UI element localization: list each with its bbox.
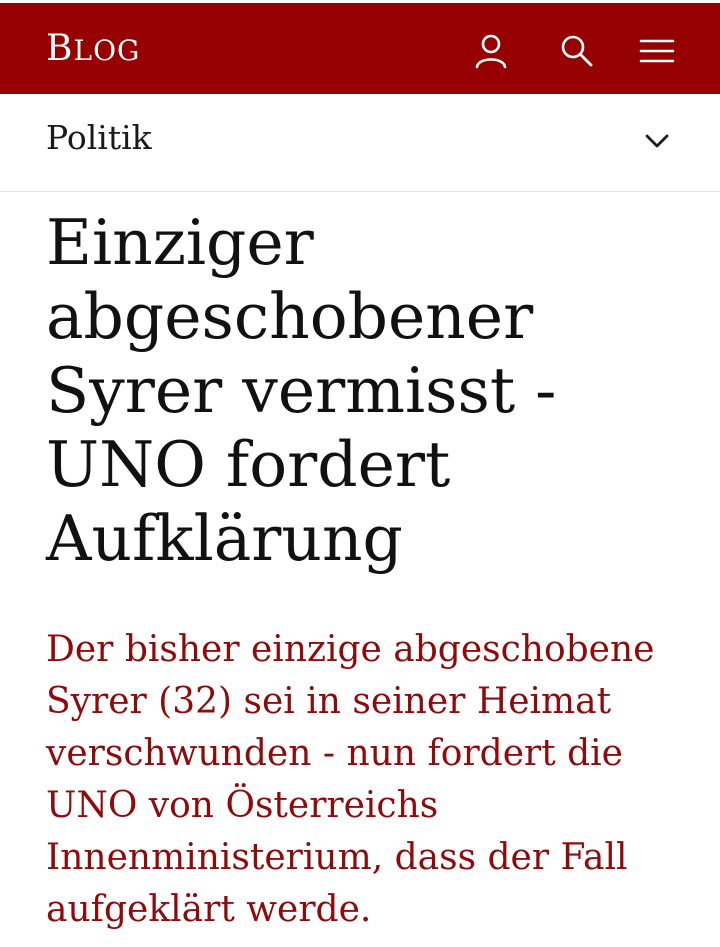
chevron-down-icon — [645, 134, 669, 148]
user-icon — [475, 34, 507, 69]
top-bar: BLOG — [0, 0, 720, 94]
logo-initial: B — [46, 28, 74, 69]
search-icon — [561, 35, 593, 67]
logo-rest: LOG — [73, 34, 141, 67]
search-button[interactable] — [557, 31, 597, 71]
blog-logo[interactable]: BLOG — [46, 27, 140, 73]
menu-button[interactable] — [637, 31, 677, 71]
section-label: Politik — [46, 118, 152, 157]
account-button[interactable] — [471, 31, 511, 71]
menu-icon — [639, 39, 675, 63]
article-headline: Einziger abgeschobener Syrer vermisst - … — [46, 206, 557, 575]
article-lead: Der bisher einzige abgeschobene Syrer (3… — [46, 629, 655, 930]
section-selector[interactable]: Politik — [0, 94, 720, 192]
section-dropdown-toggle[interactable] — [640, 124, 674, 158]
